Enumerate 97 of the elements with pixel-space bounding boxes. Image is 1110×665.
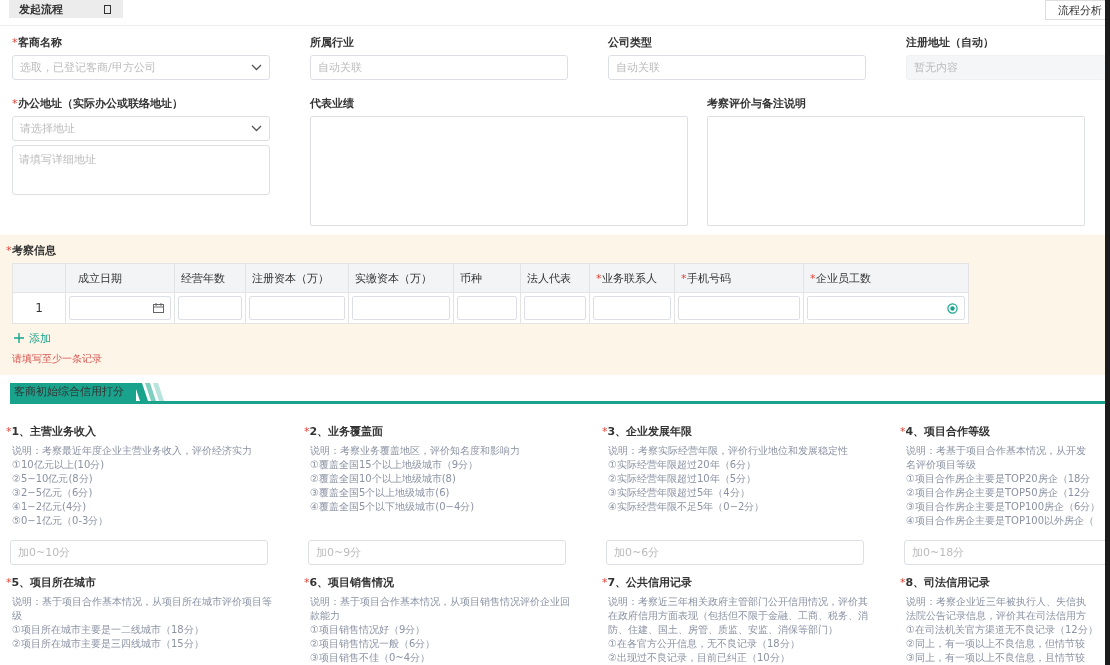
picker-field[interactable] (807, 296, 965, 320)
scoring-option: ①在各官方公开信息，无不良记录（18分） (608, 637, 800, 651)
criterion-title: *7、公共信用记录 (602, 575, 693, 591)
description-text: 说明：基于项目合作基本情况，从项目所在城市评价项目等 (12, 595, 272, 609)
description-text: 说明：考察最近年度企业主营业务收入，评价经济实力 (12, 444, 252, 458)
table-input[interactable] (524, 296, 586, 320)
column-header: 法人代表 (520, 263, 590, 293)
column-header: *业务联系人 (589, 263, 675, 293)
radio-target-icon (947, 302, 958, 314)
chevron-down-icon (251, 125, 262, 132)
field-label: 注册地址（自动） (906, 35, 994, 51)
scoring-option: ⑤0−1亿元（0-3分） (12, 514, 109, 528)
field-label: *客商名称 (12, 35, 62, 51)
field-label: 代表业绩 (309, 96, 354, 112)
criterion-title: *2、业务覆盖面 (304, 424, 384, 440)
row-number: 1 (12, 292, 66, 324)
plus-icon (14, 333, 24, 343)
description-text: 说明：考察实际经营年限，评价行业地位和发展稳定性 (608, 444, 848, 458)
scoring-option: ②项目所在城市主要是三四线城市（15分） (12, 637, 204, 651)
calendar-icon (153, 303, 164, 313)
scoring-option: ④1−2亿元(4分) (12, 500, 87, 514)
scoring-option: ④实际经营年限不足5年（0−2分） (608, 500, 765, 514)
table-input[interactable] (678, 296, 800, 320)
scoring-option: ①项目销售情况好（9分） (310, 623, 426, 637)
score-input[interactable]: 加0~18分 (904, 540, 1105, 565)
input-field[interactable]: 自动关联 (608, 55, 866, 80)
table-input[interactable] (593, 296, 671, 320)
scoring-option: ④项目合作房企主要是TOP100以外房企（ (906, 514, 1095, 528)
column-header: 注册资本（万） (245, 263, 349, 293)
table-input[interactable] (178, 296, 242, 320)
description-text: 名评价项目等级 (906, 458, 976, 472)
field-label: 所属行业 (310, 35, 354, 51)
scoring-option: ②同上，有一项以上不良信息，但情节较 (906, 637, 1085, 651)
address-textarea[interactable]: 请填写详细地址 (12, 145, 270, 195)
description-text: 说明：考察近三年相关政府主管部门公开信用情况，评价其 (608, 595, 868, 609)
scoring-option: ①在司法机关官方渠道无不良记录（12分） (906, 623, 1098, 637)
scoring-option: ②5−10亿元(8分) (12, 472, 93, 486)
document-icon (104, 4, 111, 14)
scoring-option: ②实际经营年限超过10年（5分） (608, 472, 757, 486)
criterion-title: *6、项目销售情况 (304, 575, 395, 591)
date-field[interactable] (69, 296, 171, 320)
column-header: 实缴资本（万） (348, 263, 454, 293)
score-input[interactable]: 加0~10分 (10, 540, 268, 565)
scoring-option: ②出现过不良记录，目前已纠正（10分） (608, 651, 790, 665)
description-text: 防、住建、国土、房管、质监、安监、消保等部门） (608, 623, 838, 637)
scoring-option: ①实际经营年限超过20年（6分） (608, 458, 757, 472)
scoring-option: ③项目合作房企主要是TOP100房企（6分） (906, 500, 1101, 514)
scoring-option: ③项目销售不佳（0~4分） (310, 651, 431, 665)
table-input[interactable] (352, 296, 450, 320)
section-label: *考察信息 (6, 243, 56, 259)
description-text: 在政府信用方面表现（包括但不限于金融、工商、税务、消 (608, 609, 868, 623)
scoring-option: ①覆盖全国15个以上地级城市（9分） (310, 458, 479, 472)
description-text: 说明：考察业务覆盖地区，评价知名度和影响力 (310, 444, 520, 458)
score-input[interactable]: 加0~9分 (308, 540, 566, 565)
select-field[interactable]: 请选择地址 (12, 116, 270, 141)
chevron-down-icon (251, 64, 262, 71)
process-analysis-button[interactable]: 流程分析 (1045, 0, 1105, 20)
scoring-option: ④覆盖全国5个以下地级城市(0−4分) (310, 500, 475, 514)
scoring-option: ③实际经营年限超过5年（4分） (608, 486, 750, 500)
textarea-field[interactable] (309, 116, 688, 226)
tab[interactable]: 发起流程 (9, 0, 123, 18)
description-text: 级 (12, 609, 22, 623)
criterion-title: *4、项目合作等级 (900, 424, 991, 440)
description-text: 说明：考察企业近三年被执行人、失信执 (906, 595, 1086, 609)
column-header: 成立日期 (65, 263, 175, 293)
score-input[interactable]: 加0~6分 (606, 540, 864, 565)
field-label: 公司类型 (608, 35, 652, 51)
error-message: 请填写至少一条记录 (12, 352, 103, 366)
description-text: 法院公告记录信息，评价其在司法信用方 (906, 609, 1086, 623)
criterion-title: *3、企业发展年限 (602, 424, 693, 440)
description-text: 说明：基于项目合作基本情况，从项目销售情况评价企业回 (310, 595, 570, 609)
select-field[interactable]: 选取，已登记客商/甲方公司 (12, 55, 270, 80)
scoring-option: ③覆盖全国5个以上地级城市(6) (310, 486, 450, 500)
input-field[interactable]: 自动关联 (310, 55, 568, 80)
scoring-option: ③2−5亿元（6分) (12, 486, 93, 500)
scoring-option: ②项目合作房企主要是TOP50房企（12分 (906, 486, 1091, 500)
column-header: 经营年数 (174, 263, 246, 293)
field-label: 考察评价与备注说明 (707, 96, 807, 112)
textarea-field[interactable] (707, 116, 1086, 226)
criterion-title: *1、主营业务收入 (6, 424, 97, 440)
scoring-option: ①10亿元以上(10分) (12, 458, 105, 472)
scoring-option: ②覆盖全国10个以上地级城市(8) (310, 472, 456, 486)
description-text: 说明：考基于项目合作基本情况，从开发 (906, 444, 1086, 458)
table-input[interactable] (249, 296, 345, 320)
scoring-option: ①项目所在城市主要是一二线城市（18分） (12, 623, 204, 637)
scoring-option: ②项目销售情况一般（6分） (310, 637, 436, 651)
scoring-option: ③同上，有一项以上不良信息，且情节较 (906, 651, 1085, 665)
column-header: 币种 (453, 263, 521, 293)
criterion-title: *5、项目所在城市 (6, 575, 97, 591)
field-label: *办公地址（实际办公或联络地址） (12, 96, 183, 112)
table-input[interactable] (457, 296, 517, 320)
column-header: *企业员工数 (803, 263, 969, 293)
scoring-option: ①项目合作房企主要是TOP20房企（18分 (906, 472, 1091, 486)
column-header: *手机号码 (674, 263, 804, 293)
description-text: 款能力 (310, 609, 340, 623)
add-button[interactable]: 添加 (14, 330, 51, 346)
criterion-title: *8、司法信用记录 (900, 575, 991, 591)
